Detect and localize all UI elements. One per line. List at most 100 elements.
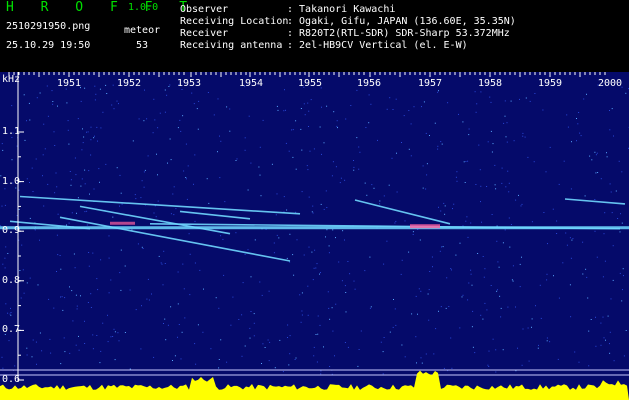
noise-dot bbox=[540, 317, 542, 319]
noise-dot bbox=[202, 331, 204, 333]
noise-dot bbox=[470, 273, 472, 275]
noise-dot bbox=[287, 337, 288, 338]
y-axis-tick-label: 0.6 bbox=[2, 374, 21, 385]
meteor-echo bbox=[110, 221, 135, 225]
noise-dot bbox=[410, 155, 412, 157]
noise-dot bbox=[77, 118, 79, 120]
noise-dot bbox=[602, 276, 604, 278]
noise-dot bbox=[140, 197, 142, 199]
noise-dot bbox=[451, 269, 452, 271]
noise-dot bbox=[96, 335, 98, 336]
noise-dot bbox=[78, 335, 79, 337]
noise-dot bbox=[35, 158, 37, 160]
noise-dot bbox=[612, 279, 614, 281]
noise-dot bbox=[143, 171, 145, 173]
noise-dot bbox=[490, 130, 492, 132]
noise-dot bbox=[220, 140, 222, 142]
noise-dot bbox=[466, 216, 468, 218]
noise-dot bbox=[426, 163, 428, 165]
noise-dot bbox=[84, 87, 86, 89]
noise-dot bbox=[135, 198, 137, 200]
noise-dot bbox=[603, 233, 605, 235]
noise-dot bbox=[379, 203, 381, 205]
noise-dot bbox=[597, 172, 599, 173]
noise-dot bbox=[31, 356, 33, 358]
noise-dot bbox=[445, 307, 447, 309]
noise-dot bbox=[134, 194, 136, 196]
noise-dot bbox=[86, 131, 87, 133]
noise-dot bbox=[57, 213, 59, 215]
noise-dot bbox=[260, 195, 262, 197]
noise-dot bbox=[467, 299, 469, 301]
noise-dot bbox=[512, 265, 514, 267]
noise-dot bbox=[504, 100, 506, 102]
noise-dot bbox=[439, 250, 441, 252]
noise-dot bbox=[80, 295, 81, 297]
x-axis-tick-label: 1952 bbox=[117, 78, 142, 89]
noise-dot bbox=[450, 337, 452, 339]
noise-dot bbox=[143, 186, 145, 188]
noise-dot bbox=[320, 272, 321, 274]
noise-dot bbox=[394, 222, 396, 224]
noise-dot bbox=[88, 170, 90, 172]
noise-dot bbox=[107, 341, 109, 343]
noise-dot bbox=[325, 190, 327, 192]
noise-dot bbox=[114, 331, 116, 333]
noise-dot bbox=[170, 306, 172, 308]
noise-dot bbox=[317, 333, 319, 335]
noise-dot bbox=[464, 182, 466, 183]
noise-dot bbox=[129, 289, 131, 291]
noise-dot bbox=[425, 188, 427, 190]
noise-dot bbox=[578, 112, 580, 113]
noise-dot bbox=[525, 97, 527, 99]
location-label: Receiving Location bbox=[180, 16, 289, 27]
noise-dot bbox=[574, 351, 576, 353]
noise-dot bbox=[620, 213, 621, 215]
noise-dot bbox=[371, 184, 373, 186]
noise-dot bbox=[132, 140, 134, 142]
noise-dot bbox=[431, 256, 433, 258]
noise-dot bbox=[117, 332, 119, 334]
antenna-value: : 2el-HB9CV Vertical (el. E-W) bbox=[287, 40, 468, 51]
noise-dot bbox=[401, 344, 403, 346]
noise-dot bbox=[501, 182, 503, 184]
noise-dot bbox=[94, 99, 96, 101]
noise-dot bbox=[595, 316, 596, 318]
noise-dot bbox=[528, 360, 530, 362]
noise-dot bbox=[501, 167, 503, 169]
noise-dot bbox=[594, 151, 596, 153]
noise-dot bbox=[547, 243, 548, 245]
noise-dot bbox=[41, 350, 43, 352]
noise-dot bbox=[2, 263, 4, 265]
noise-dot bbox=[88, 265, 90, 267]
noise-dot bbox=[15, 187, 17, 189]
noise-dot bbox=[510, 100, 512, 102]
noise-dot bbox=[497, 289, 498, 291]
noise-dot bbox=[163, 323, 164, 324]
noise-dot bbox=[491, 214, 493, 215]
noise-dot bbox=[504, 229, 506, 231]
noise-dot bbox=[93, 137, 95, 139]
noise-dot bbox=[325, 236, 326, 238]
noise-dot bbox=[316, 263, 318, 265]
noise-dot bbox=[622, 268, 624, 270]
noise-dot bbox=[442, 246, 444, 248]
noise-dot bbox=[451, 367, 453, 369]
noise-dot bbox=[549, 146, 551, 148]
noise-dot bbox=[412, 234, 414, 235]
noise-dot bbox=[179, 119, 181, 121]
noise-dot bbox=[1, 356, 3, 358]
noise-dot bbox=[220, 235, 222, 237]
noise-dot bbox=[299, 294, 301, 296]
noise-dot bbox=[286, 257, 288, 259]
noise-dot bbox=[545, 171, 547, 173]
noise-dot bbox=[437, 145, 439, 147]
noise-dot bbox=[314, 249, 316, 251]
noise-dot bbox=[283, 110, 285, 112]
noise-dot bbox=[194, 343, 196, 345]
noise-dot bbox=[186, 198, 188, 200]
noise-dot bbox=[68, 143, 70, 145]
noise-dot bbox=[250, 311, 252, 312]
noise-dot bbox=[144, 89, 145, 91]
noise-dot bbox=[311, 251, 313, 253]
